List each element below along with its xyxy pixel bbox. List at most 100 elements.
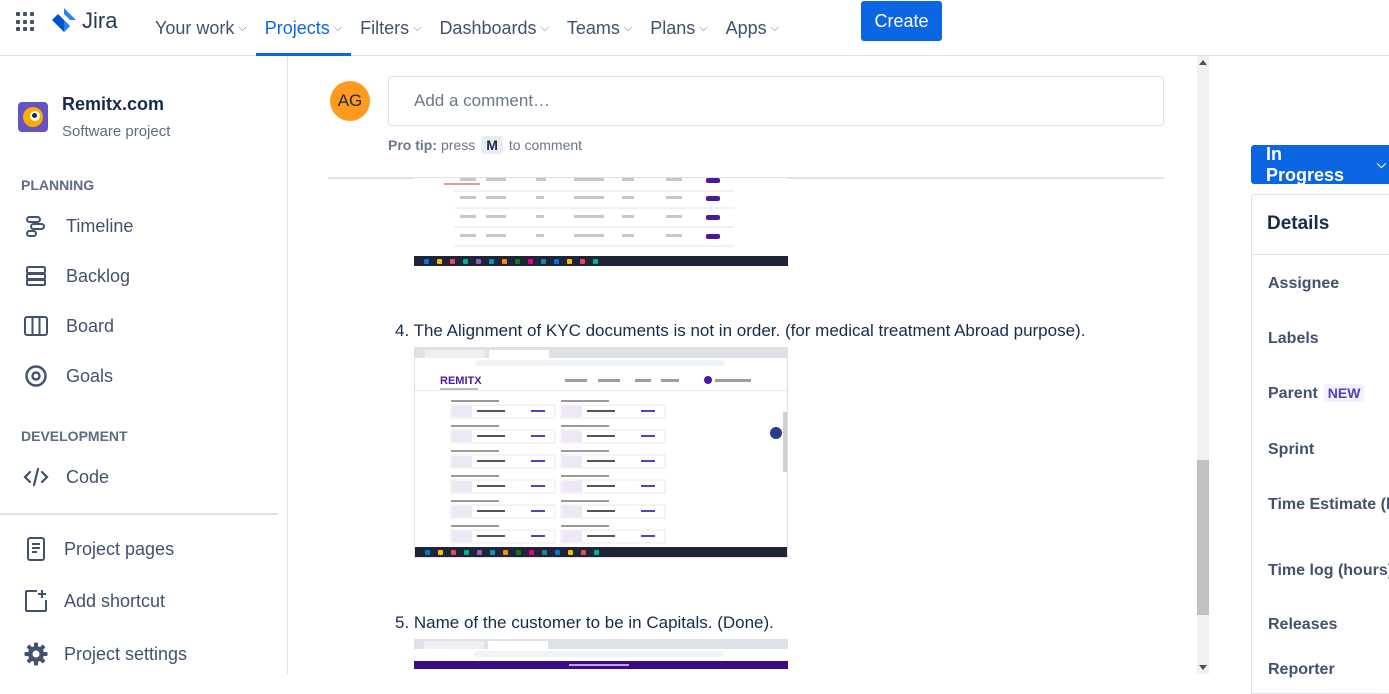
taskbar-app-icon bbox=[515, 259, 520, 264]
taskbar-app-icon bbox=[528, 259, 533, 264]
form-file-text bbox=[477, 485, 505, 487]
form-field-label bbox=[451, 425, 499, 427]
status-dropdown[interactable]: In Progress ⌵ bbox=[1251, 144, 1389, 185]
chevron-down-icon: ⌵ bbox=[413, 21, 422, 34]
comment-input[interactable]: Add a comment… bbox=[388, 76, 1164, 126]
form-file-text bbox=[477, 535, 505, 537]
form-file-text bbox=[587, 485, 615, 487]
sidebar-item-label: Timeline bbox=[66, 215, 134, 236]
taskbar-app-icon bbox=[593, 259, 598, 264]
taskbar-app-icon bbox=[554, 259, 559, 264]
sidebar-item-code[interactable]: Code bbox=[22, 462, 109, 492]
form-browse-button bbox=[562, 456, 582, 467]
remitx-brand: REMITX bbox=[440, 375, 482, 387]
form-file-text bbox=[587, 460, 615, 462]
form-file-text bbox=[587, 510, 615, 512]
form-view-link bbox=[531, 485, 545, 487]
sidebar-item-add-shortcut[interactable]: Add shortcut bbox=[22, 586, 165, 616]
taskbar-app-icon bbox=[594, 550, 599, 555]
goals-icon bbox=[22, 362, 50, 390]
create-button[interactable]: Create bbox=[861, 1, 942, 41]
field-assignee: Assignee bbox=[1268, 275, 1340, 292]
form-field-label bbox=[451, 500, 499, 502]
nav-item-label: Your work bbox=[155, 17, 235, 38]
sidebar-item-label: Project settings bbox=[64, 643, 188, 664]
form-view-link bbox=[531, 435, 545, 437]
sidebar-item-label: Project pages bbox=[64, 538, 175, 559]
form-file-text bbox=[587, 435, 615, 437]
nav-item-dashboards[interactable]: Dashboards ⌵ bbox=[430, 0, 557, 56]
nav-item-filters[interactable]: Filters ⌵ bbox=[351, 0, 430, 56]
sidebar-item-goals[interactable]: Goals bbox=[22, 361, 113, 391]
gear-icon bbox=[22, 640, 50, 668]
chevron-down-icon: ⌵ bbox=[623, 21, 633, 34]
backlog-icon bbox=[22, 262, 50, 290]
form-field-label bbox=[561, 500, 609, 502]
sidebar-item-label: Add shortcut bbox=[64, 590, 166, 611]
taskbar-app-icon bbox=[463, 259, 468, 264]
form-view-link bbox=[531, 535, 545, 537]
form-view-link bbox=[641, 535, 655, 537]
attachment-image-name[interactable] bbox=[414, 639, 788, 674]
top-navigation-bar: Jira Your work ⌵ Projects ⌵ Filters ⌵ Dashboar… bbox=[0, 0, 1389, 56]
field-time-log: Time log (hours) bbox=[1268, 562, 1389, 579]
taskbar-app-icon bbox=[451, 550, 456, 555]
form-view-link bbox=[641, 510, 655, 512]
taskbar-app-icon bbox=[489, 259, 494, 264]
project-sidebar: Remitx.com Software project PLANNING Tim… bbox=[0, 56, 288, 674]
chevron-down-icon: ⌵ bbox=[699, 21, 708, 34]
attachment-image-kyc[interactable]: REMITX bbox=[414, 347, 788, 558]
nav-item-label: Projects bbox=[264, 17, 330, 38]
nav-item-projects[interactable]: Projects ⌵ bbox=[255, 0, 352, 56]
nav-item-label: Plans bbox=[650, 17, 696, 38]
nav-item-apps[interactable]: Apps ⌵ bbox=[717, 0, 788, 56]
taskbar-app-icon bbox=[542, 550, 547, 555]
nav-item-label: Dashboards bbox=[439, 17, 537, 38]
taskbar-app-icon bbox=[477, 550, 482, 555]
project-header[interactable]: Remitx.com Software project bbox=[18, 94, 170, 140]
project-avatar bbox=[18, 102, 48, 132]
planning-heading: PLANNING bbox=[21, 177, 95, 193]
description-item-5: 5. Name of the customer to be in Capital… bbox=[395, 613, 774, 632]
form-field-label bbox=[561, 475, 609, 477]
sidebar-item-timeline[interactable]: Timeline bbox=[22, 211, 133, 241]
scroll-down-icon[interactable] bbox=[1199, 665, 1207, 670]
taskbar-app-icon bbox=[476, 259, 481, 264]
development-heading: DEVELOPMENT bbox=[21, 428, 128, 444]
nav-item-label: Apps bbox=[725, 17, 767, 38]
taskbar-app-icon bbox=[502, 259, 507, 264]
chevron-down-icon: ⌵ bbox=[1376, 157, 1386, 171]
sidebar-item-backlog[interactable]: Backlog bbox=[22, 261, 130, 291]
jira-logo-icon bbox=[52, 8, 76, 32]
form-file-text bbox=[477, 460, 505, 462]
jira-logo[interactable]: Jira bbox=[52, 8, 117, 34]
nav-item-your-work[interactable]: Your work ⌵ bbox=[146, 0, 256, 56]
form-field-label bbox=[451, 450, 499, 452]
taskbar-app-icon bbox=[450, 259, 455, 264]
scroll-up-icon[interactable] bbox=[1199, 60, 1207, 65]
timeline-icon bbox=[22, 212, 50, 240]
form-view-link bbox=[531, 460, 545, 462]
app-switcher-icon[interactable] bbox=[16, 12, 36, 32]
pro-tip-label: Pro tip: bbox=[388, 137, 437, 153]
form-field-label bbox=[561, 525, 609, 527]
sidebar-item-project-settings[interactable]: Project settings bbox=[22, 639, 187, 669]
details-heading[interactable]: Details bbox=[1252, 195, 1389, 255]
avatar[interactable]: AG bbox=[330, 81, 370, 121]
nav-item-plans[interactable]: Plans ⌵ bbox=[641, 0, 716, 56]
sidebar-item-project-pages[interactable]: Project pages bbox=[22, 534, 174, 564]
scroll-thumb[interactable] bbox=[1197, 460, 1209, 615]
field-parent: Parent NEW bbox=[1268, 384, 1365, 403]
page-icon bbox=[22, 535, 50, 563]
sidebar-item-label: Code bbox=[66, 466, 110, 487]
form-browse-button bbox=[452, 481, 472, 492]
sidebar-item-board[interactable]: Board bbox=[22, 311, 114, 341]
chevron-down-icon: ⌵ bbox=[540, 21, 549, 34]
attachment-image-transactions[interactable] bbox=[414, 178, 788, 266]
sidebar-divider bbox=[0, 513, 278, 515]
main-scrollbar[interactable] bbox=[1197, 56, 1209, 674]
taskbar-app-icon bbox=[568, 550, 573, 555]
code-icon bbox=[22, 463, 50, 491]
nav-item-teams[interactable]: Teams ⌵ bbox=[558, 0, 641, 56]
taskbar-app-icon bbox=[581, 550, 586, 555]
